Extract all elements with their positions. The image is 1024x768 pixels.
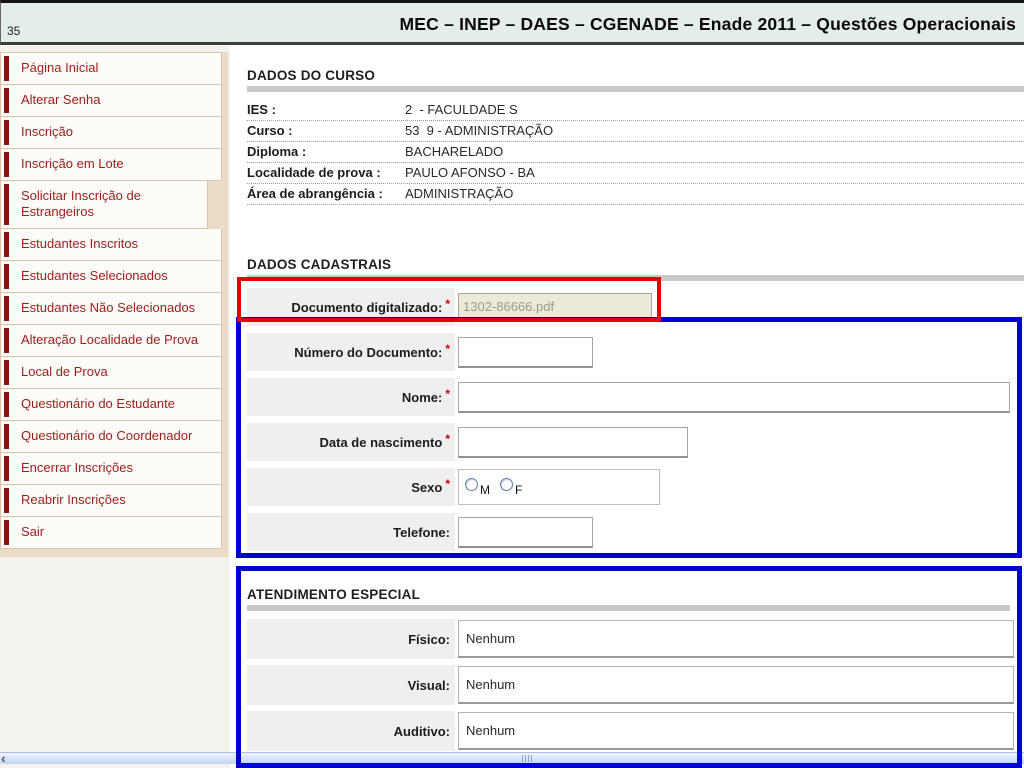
course-label: IES : (247, 102, 276, 117)
horizontal-scrollbar[interactable] (0, 752, 1024, 764)
scroll-left-arrow-icon[interactable]: ‹ (1, 751, 15, 766)
course-row-ies: IES : 2 - FACULDADE S (247, 100, 1024, 121)
row-telefone: Telefone: (247, 513, 1014, 551)
row-fisico: Físico: Nenhum (247, 619, 1014, 659)
row-data-nascimento: Data de nascimento * (247, 423, 1014, 461)
slide-page-number: 35 (7, 24, 21, 38)
row-documento-digitalizado: Documento digitalizado: * (247, 288, 1014, 326)
course-label: Curso : (247, 123, 293, 138)
header-bar: 35 MEC – INEP – DAES – CGENADE – Enade 2… (0, 0, 1024, 45)
sidebar-item-local-de-prova[interactable]: Local de Prova (0, 357, 222, 389)
course-value: ADMINISTRAÇÃO (405, 186, 514, 201)
documento-digitalizado-input[interactable] (458, 292, 652, 322)
required-asterisk: * (445, 432, 450, 446)
sidebar-item-questionario-estudante[interactable]: Questionário do Estudante (0, 389, 222, 421)
sidebar: Página Inicial Alterar Senha Inscrição I… (0, 46, 230, 768)
scrollbar-grip[interactable] (522, 755, 532, 762)
sidebar-item-inscricao[interactable]: Inscrição (0, 117, 222, 149)
sexo-label: Sexo * (247, 468, 455, 506)
documento-label: Documento digitalizado: * (247, 288, 455, 326)
telefone-label: Telefone: (247, 513, 455, 551)
registration-form: Documento digitalizado: * Número do Docu… (247, 288, 1014, 551)
section-title-dados-do-curso: DADOS DO CURSO (247, 68, 376, 83)
section-title-atendimento-especial: ATENDIMENTO ESPECIAL (247, 587, 421, 602)
required-asterisk: * (445, 477, 450, 491)
course-row-curso: Curso : 53 9 - ADMINISTRAÇÃO (247, 121, 1024, 142)
course-row-diploma: Diploma : BACHARELADO (247, 142, 1024, 163)
course-value: 53 9 - ADMINISTRAÇÃO (405, 123, 554, 138)
auditivo-label: Auditivo: (247, 711, 455, 751)
course-label: Localidade de prova : (247, 165, 381, 180)
course-value: 2 - FACULDADE S (405, 102, 518, 117)
nome-input[interactable] (458, 381, 1010, 413)
row-auditivo: Auditivo: Nenhum (247, 711, 1014, 751)
sexo-options-box: M F (458, 469, 660, 505)
numero-documento-label: Número do Documento: * (247, 333, 455, 371)
course-label: Diploma : (247, 144, 307, 159)
auditivo-value-field[interactable]: Nenhum (458, 712, 1014, 750)
main-content: DADOS DO CURSO IES : 2 - FACULDADE S Cur… (230, 46, 1024, 768)
radio-icon (465, 477, 478, 491)
sidebar-menu: Página Inicial Alterar Senha Inscrição I… (0, 52, 228, 557)
sidebar-item-estudantes-nao-selecionados[interactable]: Estudantes Não Selecionados (0, 293, 222, 325)
section-title-dados-cadastrais: DADOS CADASTRAIS (247, 257, 392, 272)
row-nome: Nome: * (247, 378, 1014, 416)
course-value: BACHARELADO (405, 144, 504, 159)
sidebar-item-questionario-coordenador[interactable]: Questionário do Coordenador (0, 421, 222, 453)
sidebar-item-inscricao-em-lote[interactable]: Inscrição em Lote (0, 149, 222, 181)
section-divider (247, 86, 1024, 92)
sidebar-item-encerrar-inscricoes[interactable]: Encerrar Inscrições (0, 453, 222, 485)
telefone-input[interactable] (458, 516, 593, 548)
course-row-abrangencia: Área de abrangência : ADMINISTRAÇÃO (247, 184, 1024, 205)
nome-label: Nome: * (247, 378, 455, 416)
fisico-value-field[interactable]: Nenhum (458, 620, 1014, 658)
row-numero-documento: Número do Documento: * (247, 333, 1014, 371)
section-divider (247, 605, 1010, 611)
required-asterisk: * (445, 342, 450, 356)
page-title: MEC – INEP – DAES – CGENADE – Enade 2011… (399, 14, 1016, 34)
atendimento-form: Físico: Nenhum Visual: Nenhum Auditivo: (247, 619, 1014, 751)
course-row-localidade: Localidade de prova : PAULO AFONSO - BA (247, 163, 1024, 184)
visual-label: Visual: (247, 665, 455, 705)
radio-icon (500, 477, 513, 491)
section-divider (247, 275, 1024, 281)
sidebar-item-alterar-senha[interactable]: Alterar Senha (0, 85, 222, 117)
fisico-label: Físico: (247, 619, 455, 659)
sidebar-item-alteracao-localidade-prova[interactable]: Alteração Localidade de Prova (0, 325, 222, 357)
sexo-f-radio[interactable]: F (500, 477, 522, 497)
numero-documento-input[interactable] (458, 336, 593, 368)
sidebar-item-estudantes-inscritos[interactable]: Estudantes Inscritos (0, 229, 222, 261)
sidebar-item-estudantes-selecionados[interactable]: Estudantes Selecionados (0, 261, 222, 293)
row-sexo: Sexo * M F (247, 468, 1014, 506)
required-asterisk: * (445, 387, 450, 401)
row-visual: Visual: Nenhum (247, 665, 1014, 705)
sidebar-item-sair[interactable]: Sair (0, 517, 222, 549)
course-data-table: IES : 2 - FACULDADE S Curso : 53 9 - ADM… (247, 100, 1024, 205)
sidebar-item-pagina-inicial[interactable]: Página Inicial (0, 52, 222, 85)
course-label: Área de abrangência : (247, 186, 383, 201)
data-nascimento-label: Data de nascimento * (247, 423, 455, 461)
data-nascimento-input[interactable] (458, 426, 688, 458)
course-value: PAULO AFONSO - BA (405, 165, 535, 180)
required-asterisk: * (445, 297, 450, 311)
sidebar-item-reabrir-inscricoes[interactable]: Reabrir Inscrições (0, 485, 222, 517)
sexo-m-radio[interactable]: M (465, 477, 490, 497)
visual-value-field[interactable]: Nenhum (458, 666, 1014, 704)
sidebar-item-solicitar-inscricao-estrangeiros[interactable]: Solicitar Inscrição de Estrangeiros (0, 181, 208, 229)
